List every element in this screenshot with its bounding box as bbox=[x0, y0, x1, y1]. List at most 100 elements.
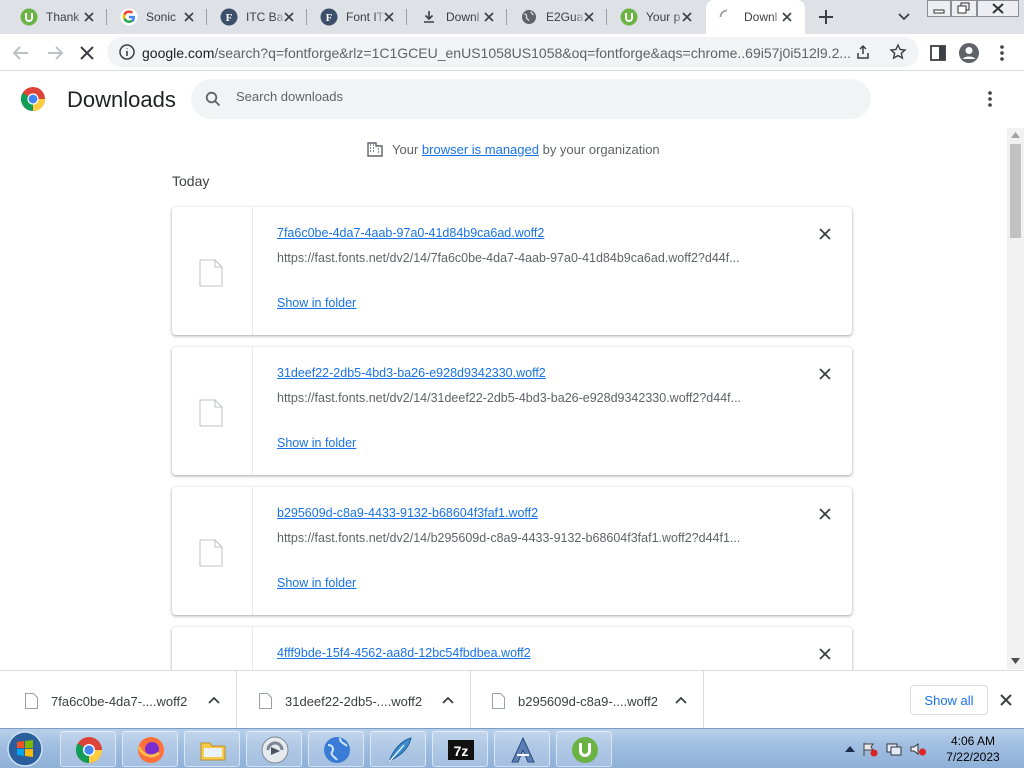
minimize-button[interactable] bbox=[927, 0, 951, 17]
taskbar-utorrent[interactable] bbox=[556, 731, 612, 767]
tab-font-it[interactable]: F Font IT bbox=[308, 0, 407, 34]
search-input[interactable] bbox=[236, 89, 836, 104]
taskbar-fontforge[interactable] bbox=[494, 731, 550, 767]
chevron-down-icon[interactable] bbox=[894, 9, 914, 25]
utorrent-icon bbox=[620, 8, 638, 26]
profile-avatar-icon[interactable] bbox=[958, 42, 980, 64]
tab-itc[interactable]: F ITC Ba bbox=[208, 0, 307, 34]
chevron-up-icon[interactable] bbox=[675, 695, 687, 705]
file-icon bbox=[199, 259, 223, 287]
browser-managed-link[interactable]: browser is managed bbox=[422, 142, 539, 157]
download-filename-link[interactable]: 31deef22-2db5-4bd3-ba26-e928d9342330.wof… bbox=[277, 366, 546, 380]
tab-download-page[interactable]: Downl bbox=[408, 0, 507, 34]
scroll-down-arrow-icon[interactable] bbox=[1011, 658, 1020, 665]
close-icon bbox=[992, 3, 1004, 14]
chevron-up-icon[interactable] bbox=[208, 695, 220, 705]
download-filename-link[interactable]: 7fa6c0be-4da7-4aab-97a0-41d84b9ca6ad.wof… bbox=[277, 226, 544, 240]
file-icon bbox=[25, 693, 38, 709]
taskbar-clock[interactable]: 4:06 AM 7/22/2023 bbox=[930, 733, 1016, 765]
close-tab-icon[interactable] bbox=[583, 11, 595, 23]
address-bar[interactable]: google.com/search?q=fontforge&rlz=1C1GCE… bbox=[107, 37, 919, 67]
side-panel-icon[interactable] bbox=[927, 42, 949, 64]
download-filename-link[interactable]: 4fff9bde-15f4-4562-aa8d-12bc54fbdbea.wof… bbox=[277, 646, 531, 660]
chevron-up-icon[interactable] bbox=[442, 695, 454, 705]
quill-feather-icon bbox=[388, 737, 412, 763]
volume-muted-icon[interactable] bbox=[909, 741, 927, 757]
close-tab-icon[interactable] bbox=[383, 11, 395, 23]
7zip-icon: 7z bbox=[448, 740, 474, 760]
bookmark-star-icon[interactable] bbox=[889, 43, 907, 61]
show-in-folder-link[interactable]: Show in folder bbox=[277, 296, 356, 310]
page-scrollbar[interactable] bbox=[1007, 128, 1024, 669]
remove-download-icon[interactable] bbox=[818, 647, 832, 661]
scrollbar-thumb[interactable] bbox=[1010, 144, 1021, 238]
windows-taskbar: 7z 4:06 AM 7/22/2023 bbox=[0, 728, 1024, 768]
show-in-folder-link[interactable]: Show in folder bbox=[277, 576, 356, 590]
shelf-filename: 7fa6c0be-4da7-....woff2 bbox=[51, 694, 188, 709]
clock-time: 4:06 AM bbox=[950, 734, 996, 748]
download-source-url: https://fast.fonts.net/dv2/14/7fa6c0be-4… bbox=[277, 251, 740, 265]
close-tab-icon[interactable] bbox=[781, 11, 793, 23]
taskbar-internet[interactable] bbox=[308, 731, 364, 767]
shelf-download-item[interactable]: b295609d-c8a9-....woff2 bbox=[470, 671, 704, 729]
network-icon[interactable] bbox=[885, 741, 903, 757]
taskbar-firefox[interactable] bbox=[122, 731, 178, 767]
internet-globe-icon bbox=[324, 737, 350, 763]
close-tab-icon[interactable] bbox=[83, 11, 95, 23]
close-tab-icon[interactable] bbox=[681, 11, 693, 23]
download-filename-link[interactable]: b295609d-c8a9-4433-9132-b68604f3faf1.wof… bbox=[277, 506, 538, 520]
show-in-folder-link[interactable]: Show in folder bbox=[277, 436, 356, 450]
taskbar-7zip[interactable]: 7z bbox=[432, 731, 488, 767]
site-info-icon[interactable] bbox=[119, 44, 135, 60]
taskbar-explorer[interactable] bbox=[184, 731, 240, 767]
shelf-download-item[interactable]: 7fa6c0be-4da7-....woff2 bbox=[3, 671, 237, 729]
new-tab-icon[interactable] bbox=[814, 5, 838, 29]
tab-downloads-active[interactable]: Downl bbox=[706, 0, 805, 34]
forward-arrow-icon[interactable] bbox=[44, 42, 66, 64]
svg-text:F: F bbox=[226, 12, 233, 24]
taskbar-media-player[interactable] bbox=[246, 731, 302, 767]
close-shelf-icon[interactable] bbox=[999, 693, 1013, 707]
shelf-download-item[interactable]: 31deef22-2db5-....woff2 bbox=[237, 671, 471, 729]
close-tab-icon[interactable] bbox=[283, 11, 295, 23]
managed-prefix: Your bbox=[392, 141, 419, 157]
close-tab-icon[interactable] bbox=[483, 11, 495, 23]
system-tray bbox=[845, 741, 927, 757]
downloads-more-menu-icon[interactable] bbox=[980, 89, 1000, 109]
file-icon bbox=[199, 399, 223, 427]
url-text[interactable]: google.com/search?q=fontforge&rlz=1C1GCE… bbox=[142, 45, 850, 61]
share-icon[interactable] bbox=[855, 44, 871, 60]
close-window-button[interactable] bbox=[977, 0, 1019, 17]
tab-e2gua[interactable]: E2Gua bbox=[508, 0, 607, 34]
url-path: /search?q=fontforge&rlz=1C1GCEU_enUS1058… bbox=[214, 45, 850, 61]
remove-download-icon[interactable] bbox=[818, 507, 832, 521]
tab-thank[interactable]: Thank bbox=[8, 0, 107, 34]
stop-loading-icon[interactable] bbox=[76, 42, 98, 64]
shelf-filename: 31deef22-2db5-....woff2 bbox=[285, 694, 423, 709]
show-all-button[interactable]: Show all bbox=[910, 685, 988, 715]
action-center-flag-icon[interactable] bbox=[861, 741, 879, 757]
download-item: 4fff9bde-15f4-4562-aa8d-12bc54fbdbea.wof… bbox=[172, 627, 852, 670]
tab-sonic[interactable]: Sonic bbox=[108, 0, 207, 34]
windows-start-icon[interactable] bbox=[4, 729, 46, 769]
restore-button[interactable] bbox=[951, 0, 977, 17]
url-host: google.com bbox=[142, 45, 215, 61]
remove-download-icon[interactable] bbox=[818, 227, 832, 241]
svg-text:7z: 7z bbox=[454, 743, 469, 759]
globe-icon bbox=[522, 10, 536, 24]
tab-separator bbox=[606, 9, 607, 25]
show-hidden-icons-icon[interactable] bbox=[845, 745, 855, 753]
remove-download-icon[interactable] bbox=[818, 367, 832, 381]
back-arrow-icon[interactable] bbox=[10, 42, 32, 64]
more-menu-icon[interactable] bbox=[991, 42, 1013, 64]
fonts-f-icon: F bbox=[220, 8, 238, 26]
taskbar-chrome[interactable] bbox=[60, 731, 116, 767]
search-downloads-box[interactable] bbox=[191, 79, 871, 119]
scroll-up-arrow-icon[interactable] bbox=[1011, 131, 1020, 138]
file-icon-column bbox=[172, 627, 253, 670]
taskbar-quill[interactable] bbox=[370, 731, 426, 767]
close-tab-icon[interactable] bbox=[183, 11, 195, 23]
utorrent-icon bbox=[20, 8, 38, 26]
file-icon bbox=[259, 693, 272, 709]
tab-your-p[interactable]: Your p bbox=[608, 0, 705, 34]
